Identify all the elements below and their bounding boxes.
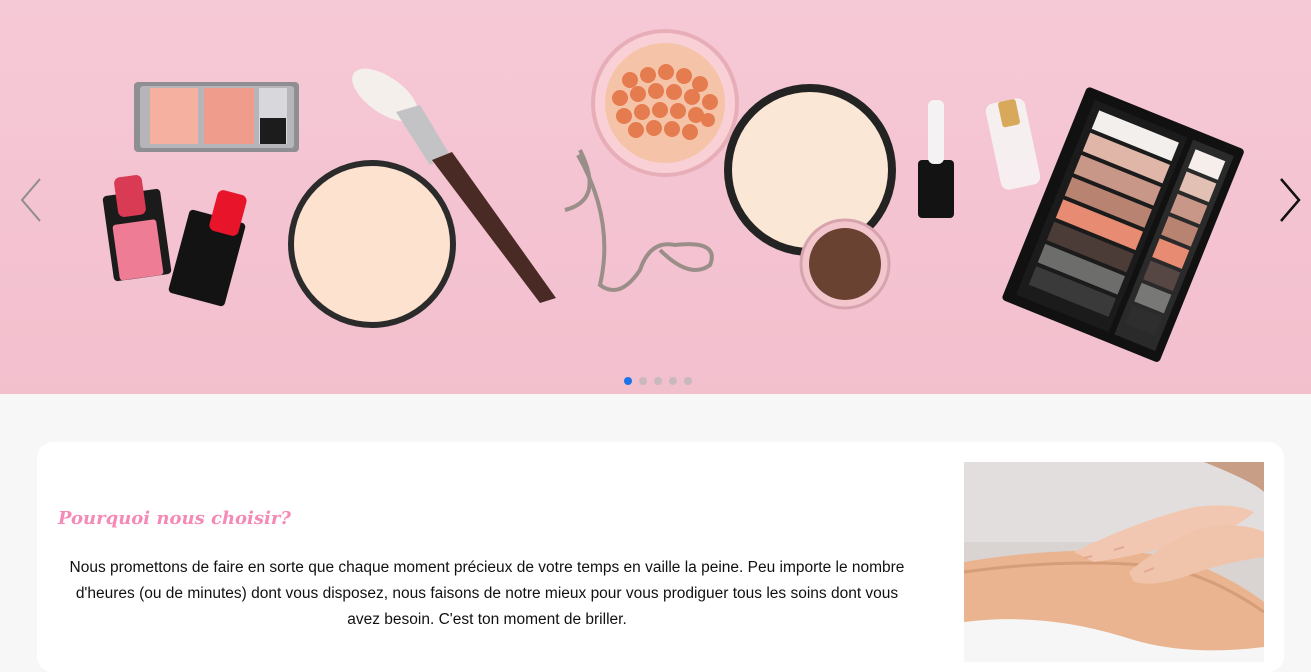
why-us-card: Pourquoi nous choisir? Nous promettons d…: [37, 442, 1284, 672]
hero-carousel: [0, 0, 1311, 394]
carousel-prev-button[interactable]: [14, 175, 50, 225]
chevron-right-icon: [1280, 178, 1301, 222]
carousel-next-button[interactable]: [1271, 175, 1307, 225]
carousel-dot-4[interactable]: [669, 377, 677, 385]
brow-pomade: [799, 218, 891, 310]
chevron-left-icon: [20, 178, 41, 222]
lipsticks: [102, 175, 247, 307]
carousel-indicators: [624, 377, 692, 385]
carousel-dot-1[interactable]: [624, 377, 632, 385]
section-title: Pourquoi nous choisir?: [58, 508, 291, 529]
blush-palette: [134, 82, 299, 152]
bronzer-pearls: [591, 29, 739, 177]
massage-photo: [964, 462, 1264, 662]
carousel-dot-3[interactable]: [654, 377, 662, 385]
compact-powder: [288, 160, 456, 328]
section-paragraph: Nous promettons de faire en sorte que ch…: [69, 559, 905, 628]
gloss: [918, 98, 1041, 218]
eyeshadow-palette: [1002, 87, 1244, 362]
hero-slide-image: [102, 29, 1244, 362]
carousel-dot-2[interactable]: [639, 377, 647, 385]
carousel-dot-5[interactable]: [684, 377, 692, 385]
